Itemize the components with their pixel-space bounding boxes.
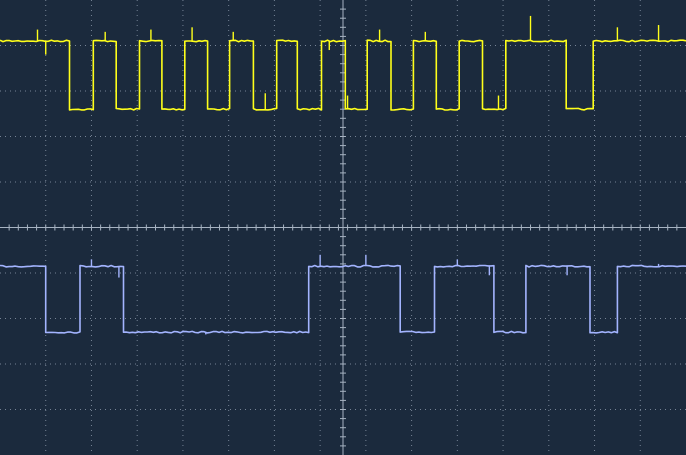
- oscilloscope-screen: [0, 0, 686, 455]
